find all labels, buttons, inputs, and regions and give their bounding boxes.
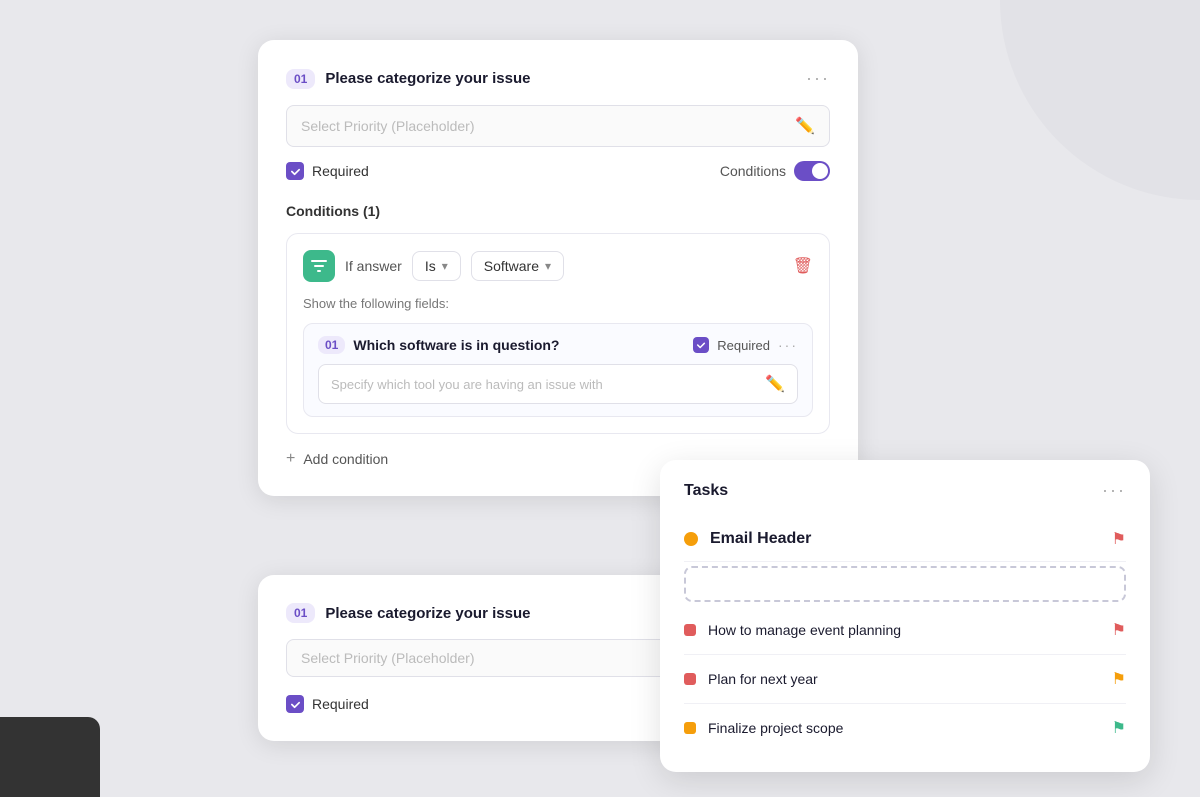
second-section-header-left: 01 Please categorize your issue: [286, 603, 530, 623]
nested-required-checkbox[interactable]: [693, 337, 709, 353]
show-fields-label: Show the following fields:: [303, 296, 813, 311]
filter-icon: [303, 250, 335, 282]
task-dot-2: [684, 673, 696, 685]
drop-zone: [684, 566, 1126, 602]
nested-step-badge: 01: [318, 336, 345, 354]
task-item-2[interactable]: Plan for next year ⚑: [684, 655, 1126, 704]
task-item-3[interactable]: Finalize project scope ⚑: [684, 704, 1126, 752]
task-flag-1: ⚑: [1112, 620, 1126, 640]
required-checkbox-group: Required: [286, 162, 369, 180]
nested-required-label: Required: [717, 338, 770, 353]
section-options-button[interactable]: ···: [806, 68, 830, 89]
nested-field-left: 01 Which software is in question?: [318, 336, 559, 354]
form-builder-card: 01 Please categorize your issue ··· Sele…: [258, 40, 858, 496]
tasks-options-button[interactable]: ···: [1102, 480, 1126, 501]
second-priority-input-row[interactable]: Select Priority (Placeholder): [286, 639, 720, 677]
email-header-title: Email Header: [710, 530, 811, 548]
conditions-block: Conditions (1) If answer Is ▾ Software ▾: [286, 203, 830, 468]
second-section-title: Please categorize your issue: [325, 605, 530, 622]
conditions-toggle-group: Conditions: [720, 161, 830, 181]
condition-card: If answer Is ▾ Software ▾ 🗑 Show the fol…: [286, 233, 830, 434]
required-conditions-row: Required Conditions: [286, 161, 830, 181]
required-label: Required: [312, 163, 369, 179]
nested-edit-icon[interactable]: ✏️: [765, 374, 785, 394]
nested-placeholder: Specify which tool you are having an iss…: [331, 377, 765, 392]
chevron-down-icon: ▾: [442, 259, 448, 273]
step-badge: 01: [286, 69, 315, 89]
nested-field-right: Required ···: [693, 337, 798, 353]
delete-condition-button[interactable]: 🗑: [793, 256, 813, 276]
edit-icon[interactable]: ✏️: [795, 116, 815, 136]
section-header: 01 Please categorize your issue ···: [286, 68, 830, 89]
nested-field-header: 01 Which software is in question? Requir…: [318, 336, 798, 354]
email-header-left: Email Header: [684, 530, 811, 548]
task-dot-3: [684, 722, 696, 734]
condition-row-top: If answer Is ▾ Software ▾ 🗑: [303, 250, 813, 282]
task-name-1: How to manage event planning: [708, 622, 901, 638]
task-name-3: Finalize project scope: [708, 720, 843, 736]
task-item-left-1: How to manage event planning: [684, 622, 901, 638]
flag-red-icon: ⚑: [1112, 529, 1126, 549]
nested-input-row[interactable]: Specify which tool you are having an iss…: [318, 364, 798, 404]
section-title: Please categorize your issue: [325, 70, 530, 87]
second-required-group: Required: [286, 691, 720, 713]
second-section-header: 01 Please categorize your issue: [286, 603, 720, 623]
email-header-dot: [684, 532, 698, 546]
email-header-task-item: Email Header ⚑: [684, 517, 1126, 562]
nested-options-button[interactable]: ···: [778, 337, 798, 353]
plus-icon: +: [286, 450, 295, 468]
software-select[interactable]: Software ▾: [471, 251, 564, 281]
task-dot-1: [684, 624, 696, 636]
second-required-label: Required: [312, 696, 369, 712]
tasks-header: Tasks ···: [684, 480, 1126, 501]
priority-placeholder: Select Priority (Placeholder): [301, 118, 795, 134]
task-item-left-3: Finalize project scope: [684, 720, 843, 736]
nested-field-title: Which software is in question?: [353, 337, 559, 353]
task-flag-3: ⚑: [1112, 718, 1126, 738]
nested-field: 01 Which software is in question? Requir…: [303, 323, 813, 417]
tasks-panel: Tasks ··· Email Header ⚑ How to manage e…: [660, 460, 1150, 772]
second-priority-placeholder: Select Priority (Placeholder): [301, 650, 705, 666]
conditions-toggle[interactable]: [794, 161, 830, 181]
task-item-left-2: Plan for next year: [684, 671, 818, 687]
required-checkbox[interactable]: [286, 162, 304, 180]
task-item-1[interactable]: How to manage event planning ⚑: [684, 606, 1126, 655]
second-required-checkbox[interactable]: [286, 695, 304, 713]
add-condition-label: Add condition: [303, 451, 388, 467]
second-step-badge: 01: [286, 603, 315, 623]
if-answer-label: If answer: [345, 258, 402, 274]
section-header-left: 01 Please categorize your issue: [286, 69, 530, 89]
is-select[interactable]: Is ▾: [412, 251, 461, 281]
task-flag-2: ⚑: [1112, 669, 1126, 689]
conditions-heading: Conditions (1): [286, 203, 830, 219]
task-name-2: Plan for next year: [708, 671, 818, 687]
tasks-title: Tasks: [684, 482, 728, 500]
priority-input-row[interactable]: Select Priority (Placeholder) ✏️: [286, 105, 830, 147]
chevron-down-icon-2: ▾: [545, 259, 551, 273]
conditions-text: Conditions: [720, 163, 786, 179]
